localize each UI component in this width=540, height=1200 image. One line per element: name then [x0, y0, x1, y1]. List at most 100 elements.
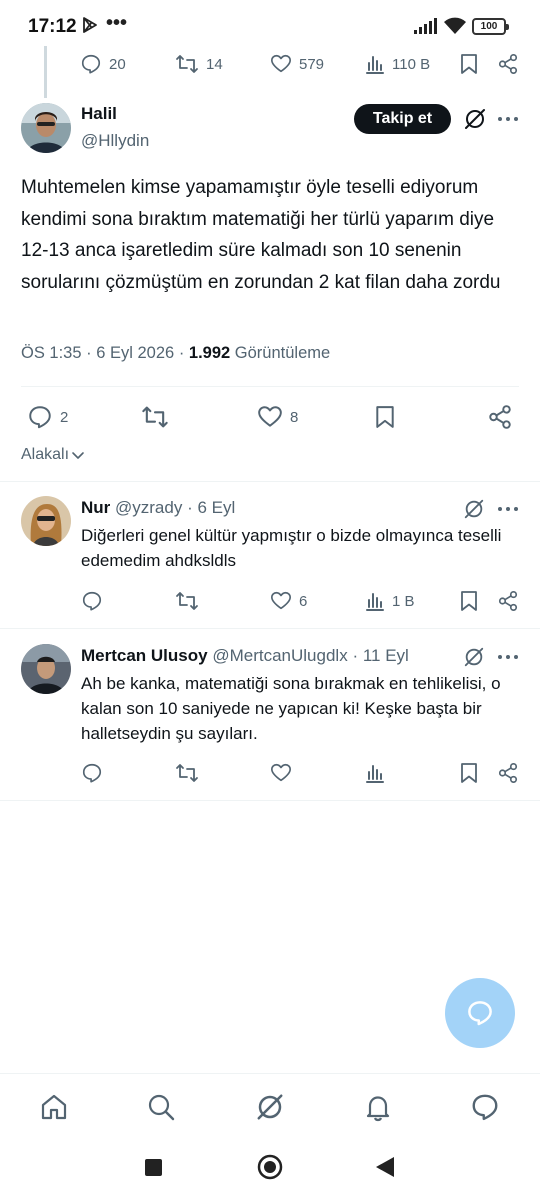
- nav-search[interactable]: [146, 1092, 176, 1122]
- retweet-button[interactable]: [175, 762, 199, 784]
- like-button[interactable]: 579: [270, 53, 324, 75]
- reply-button[interactable]: [81, 762, 103, 784]
- views-count: 1 B: [392, 592, 415, 610]
- bookmark-button[interactable]: [459, 762, 479, 784]
- nav-messages[interactable]: [470, 1092, 500, 1122]
- like-count: 579: [299, 55, 325, 73]
- share-button[interactable]: [497, 590, 519, 612]
- retweet-icon: [175, 53, 199, 75]
- sort-dropdown[interactable]: Alakalı: [21, 446, 85, 464]
- retweet-button[interactable]: [141, 404, 169, 430]
- share-icon: [497, 590, 519, 612]
- bookmark-icon: [459, 53, 479, 75]
- views-count: 110 B: [392, 55, 431, 73]
- play-store-icon: [82, 17, 98, 33]
- views-button[interactable]: 1 B: [365, 590, 415, 612]
- author-handle-wrap[interactable]: @Hllydin: [81, 131, 149, 151]
- reply-author-handle[interactable]: @yzrady: [115, 498, 182, 517]
- share-button[interactable]: [497, 762, 519, 784]
- grok-button[interactable]: [463, 107, 487, 131]
- reply-author-name[interactable]: Nur: [81, 498, 110, 517]
- status-time: 17:12: [28, 16, 77, 37]
- reply-text: Diğerleri genel kültür yapmıştır o bizde…: [81, 526, 502, 570]
- meta-separator: ·: [178, 344, 185, 362]
- reply-avatar[interactable]: [21, 644, 71, 694]
- bookmark-button[interactable]: [459, 53, 479, 75]
- grok-icon: [255, 1092, 285, 1122]
- meta-separator: ·: [86, 344, 92, 362]
- tweet-time[interactable]: ÖS 1:35: [21, 344, 82, 362]
- system-nav: [0, 1139, 540, 1200]
- divider: [21, 386, 519, 387]
- nav-notifications[interactable]: [363, 1092, 393, 1122]
- circle-icon: [257, 1154, 283, 1180]
- reply-button[interactable]: 2: [27, 404, 68, 430]
- retweet-button[interactable]: [175, 590, 199, 612]
- retweet-icon: [175, 762, 199, 784]
- divider: [0, 628, 540, 629]
- views-button[interactable]: 110 B: [365, 53, 430, 75]
- reply-author-handle[interactable]: @MertcanUlugdlx: [212, 646, 347, 665]
- grok-button[interactable]: [463, 498, 485, 520]
- more-button[interactable]: [497, 646, 519, 668]
- reply-count: 2: [60, 408, 69, 426]
- views-icon: [365, 53, 385, 75]
- author-name-wrap[interactable]: Halil: [81, 104, 117, 124]
- like-button[interactable]: 8: [257, 404, 298, 430]
- more-button[interactable]: [497, 498, 519, 520]
- bookmark-icon: [459, 590, 479, 612]
- reply-button[interactable]: [81, 590, 103, 612]
- grok-icon: [463, 498, 485, 520]
- follow-button[interactable]: Takip et: [354, 104, 451, 134]
- messages-icon: [470, 1092, 500, 1122]
- back-button[interactable]: [375, 1156, 395, 1178]
- grok-button[interactable]: [463, 646, 485, 668]
- views-button[interactable]: [365, 762, 385, 784]
- chevron-down-icon: [71, 448, 85, 462]
- reply-header: Nur @yzrady · 6 Eyl: [81, 498, 235, 518]
- reply-count: 20: [109, 55, 126, 73]
- grok-icon: [463, 107, 487, 131]
- views-label: Görüntüleme: [234, 344, 331, 362]
- share-button[interactable]: [487, 404, 513, 430]
- author-handle: @Hllydin: [81, 131, 150, 150]
- share-icon: [497, 762, 519, 784]
- tweet-date[interactable]: 6 Eyl 2026: [96, 344, 174, 362]
- nav-grok[interactable]: [255, 1092, 285, 1122]
- like-icon: [270, 762, 292, 784]
- reply-compose-fab[interactable]: [445, 978, 515, 1048]
- status-bar: 17:12 ••• 100: [0, 0, 540, 52]
- more-icon: [497, 108, 519, 130]
- reply-icon: [81, 762, 103, 784]
- like-button[interactable]: 6: [270, 590, 307, 612]
- reply-avatar[interactable]: [21, 496, 71, 546]
- wifi-icon: [443, 16, 467, 35]
- retweet-count: 14: [206, 55, 223, 73]
- recents-button[interactable]: [144, 1158, 163, 1177]
- views-icon: [365, 590, 385, 612]
- bookmark-button[interactable]: [459, 590, 479, 612]
- views-count: 1.992: [188, 344, 231, 362]
- like-count: 8: [290, 408, 299, 426]
- grok-icon: [463, 646, 485, 668]
- share-button[interactable]: [497, 53, 519, 75]
- share-icon: [487, 404, 513, 430]
- more-icon: [497, 498, 519, 520]
- reply-author-name[interactable]: Mertcan Ulusoy: [81, 646, 208, 665]
- reply-icon: [27, 404, 53, 430]
- reply-date[interactable]: · 6 Eyl: [187, 498, 235, 517]
- reply-button[interactable]: 20: [80, 53, 126, 75]
- retweet-button[interactable]: 14: [175, 53, 223, 75]
- reply-header: Mertcan Ulusoy @MertcanUlugdlx · 11 Eyl: [81, 646, 409, 666]
- author-avatar[interactable]: [21, 103, 71, 153]
- home-system-button[interactable]: [257, 1154, 283, 1180]
- search-icon: [146, 1092, 176, 1122]
- nav-home[interactable]: [39, 1092, 69, 1122]
- reply-date[interactable]: · 11 Eyl: [352, 646, 408, 665]
- battery-icon: 100: [472, 18, 509, 35]
- like-button[interactable]: [270, 762, 292, 784]
- author-name: Halil: [81, 104, 117, 123]
- bookmark-button[interactable]: [374, 404, 396, 430]
- bookmark-icon: [459, 762, 479, 784]
- more-button[interactable]: [497, 108, 519, 130]
